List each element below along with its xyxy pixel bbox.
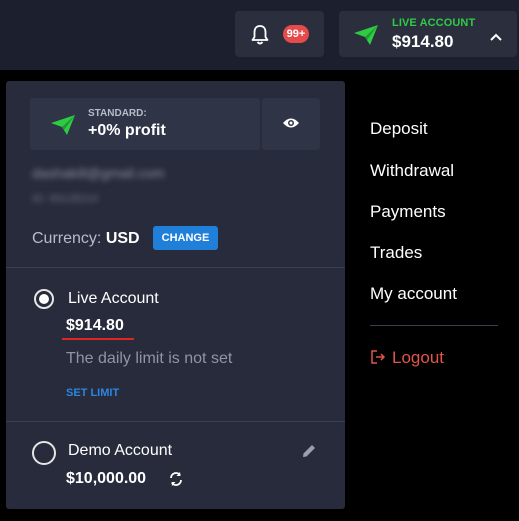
live-account-balance: $914.80 <box>66 317 124 334</box>
plan-value: +0% profit <box>88 122 166 139</box>
menu-item-trades[interactable]: Trades <box>370 243 422 263</box>
divider <box>6 421 345 422</box>
user-id: ID: 99128214 <box>32 193 99 205</box>
demo-account-balance: $10,000.00 <box>66 470 147 487</box>
set-limit-link[interactable]: SET LIMIT <box>66 387 119 399</box>
balance-underline <box>62 338 134 340</box>
chevron-up-icon <box>489 29 503 47</box>
menu-item-withdrawal[interactable]: Withdrawal <box>370 161 454 181</box>
pencil-icon[interactable] <box>301 443 317 464</box>
notifications-badge: 99+ <box>283 25 309 43</box>
bell-icon <box>251 25 269 50</box>
account-balance: $914.80 <box>392 32 454 51</box>
live-account-radio[interactable] <box>34 289 54 309</box>
refresh-icon[interactable] <box>168 471 184 492</box>
paper-plane-icon <box>353 24 379 51</box>
change-currency-button[interactable]: CHANGE <box>153 226 218 250</box>
notifications-button[interactable]: 99+ <box>235 11 324 57</box>
demo-account-name[interactable]: Demo Account <box>68 442 172 460</box>
menu-item-deposit[interactable]: Deposit <box>370 119 428 139</box>
logout-icon <box>371 350 386 364</box>
live-account-name[interactable]: Live Account <box>68 290 159 308</box>
plan-label: STANDARD: <box>88 108 147 119</box>
menu-divider <box>370 325 498 326</box>
daily-limit-text: The daily limit is not set <box>66 350 233 367</box>
menu-item-my-account[interactable]: My account <box>370 284 457 304</box>
menu-item-payments[interactable]: Payments <box>370 202 446 222</box>
top-bar: 99+ LIVE ACCOUNT $914.80 <box>0 0 519 74</box>
toggle-balance-visibility-button[interactable] <box>262 98 320 150</box>
currency-label: Currency: <box>32 230 102 247</box>
account-type-label: LIVE ACCOUNT <box>392 17 476 29</box>
account-panel: STANDARD: +0% profit dashakill@gmail.com… <box>6 81 345 509</box>
currency-value: USD <box>105 230 140 247</box>
divider <box>6 267 345 268</box>
logout-label: Logout <box>392 348 444 367</box>
account-switcher-button[interactable]: LIVE ACCOUNT $914.80 <box>339 11 517 57</box>
plan-card: STANDARD: +0% profit <box>30 98 260 150</box>
user-email: dashakill@gmail.com <box>32 165 165 181</box>
logout-button[interactable]: Logout <box>370 348 444 368</box>
paper-plane-icon <box>50 114 76 141</box>
currency-row: Currency: USD <box>32 230 140 248</box>
demo-account-radio[interactable] <box>32 441 56 465</box>
eye-icon <box>283 118 299 128</box>
